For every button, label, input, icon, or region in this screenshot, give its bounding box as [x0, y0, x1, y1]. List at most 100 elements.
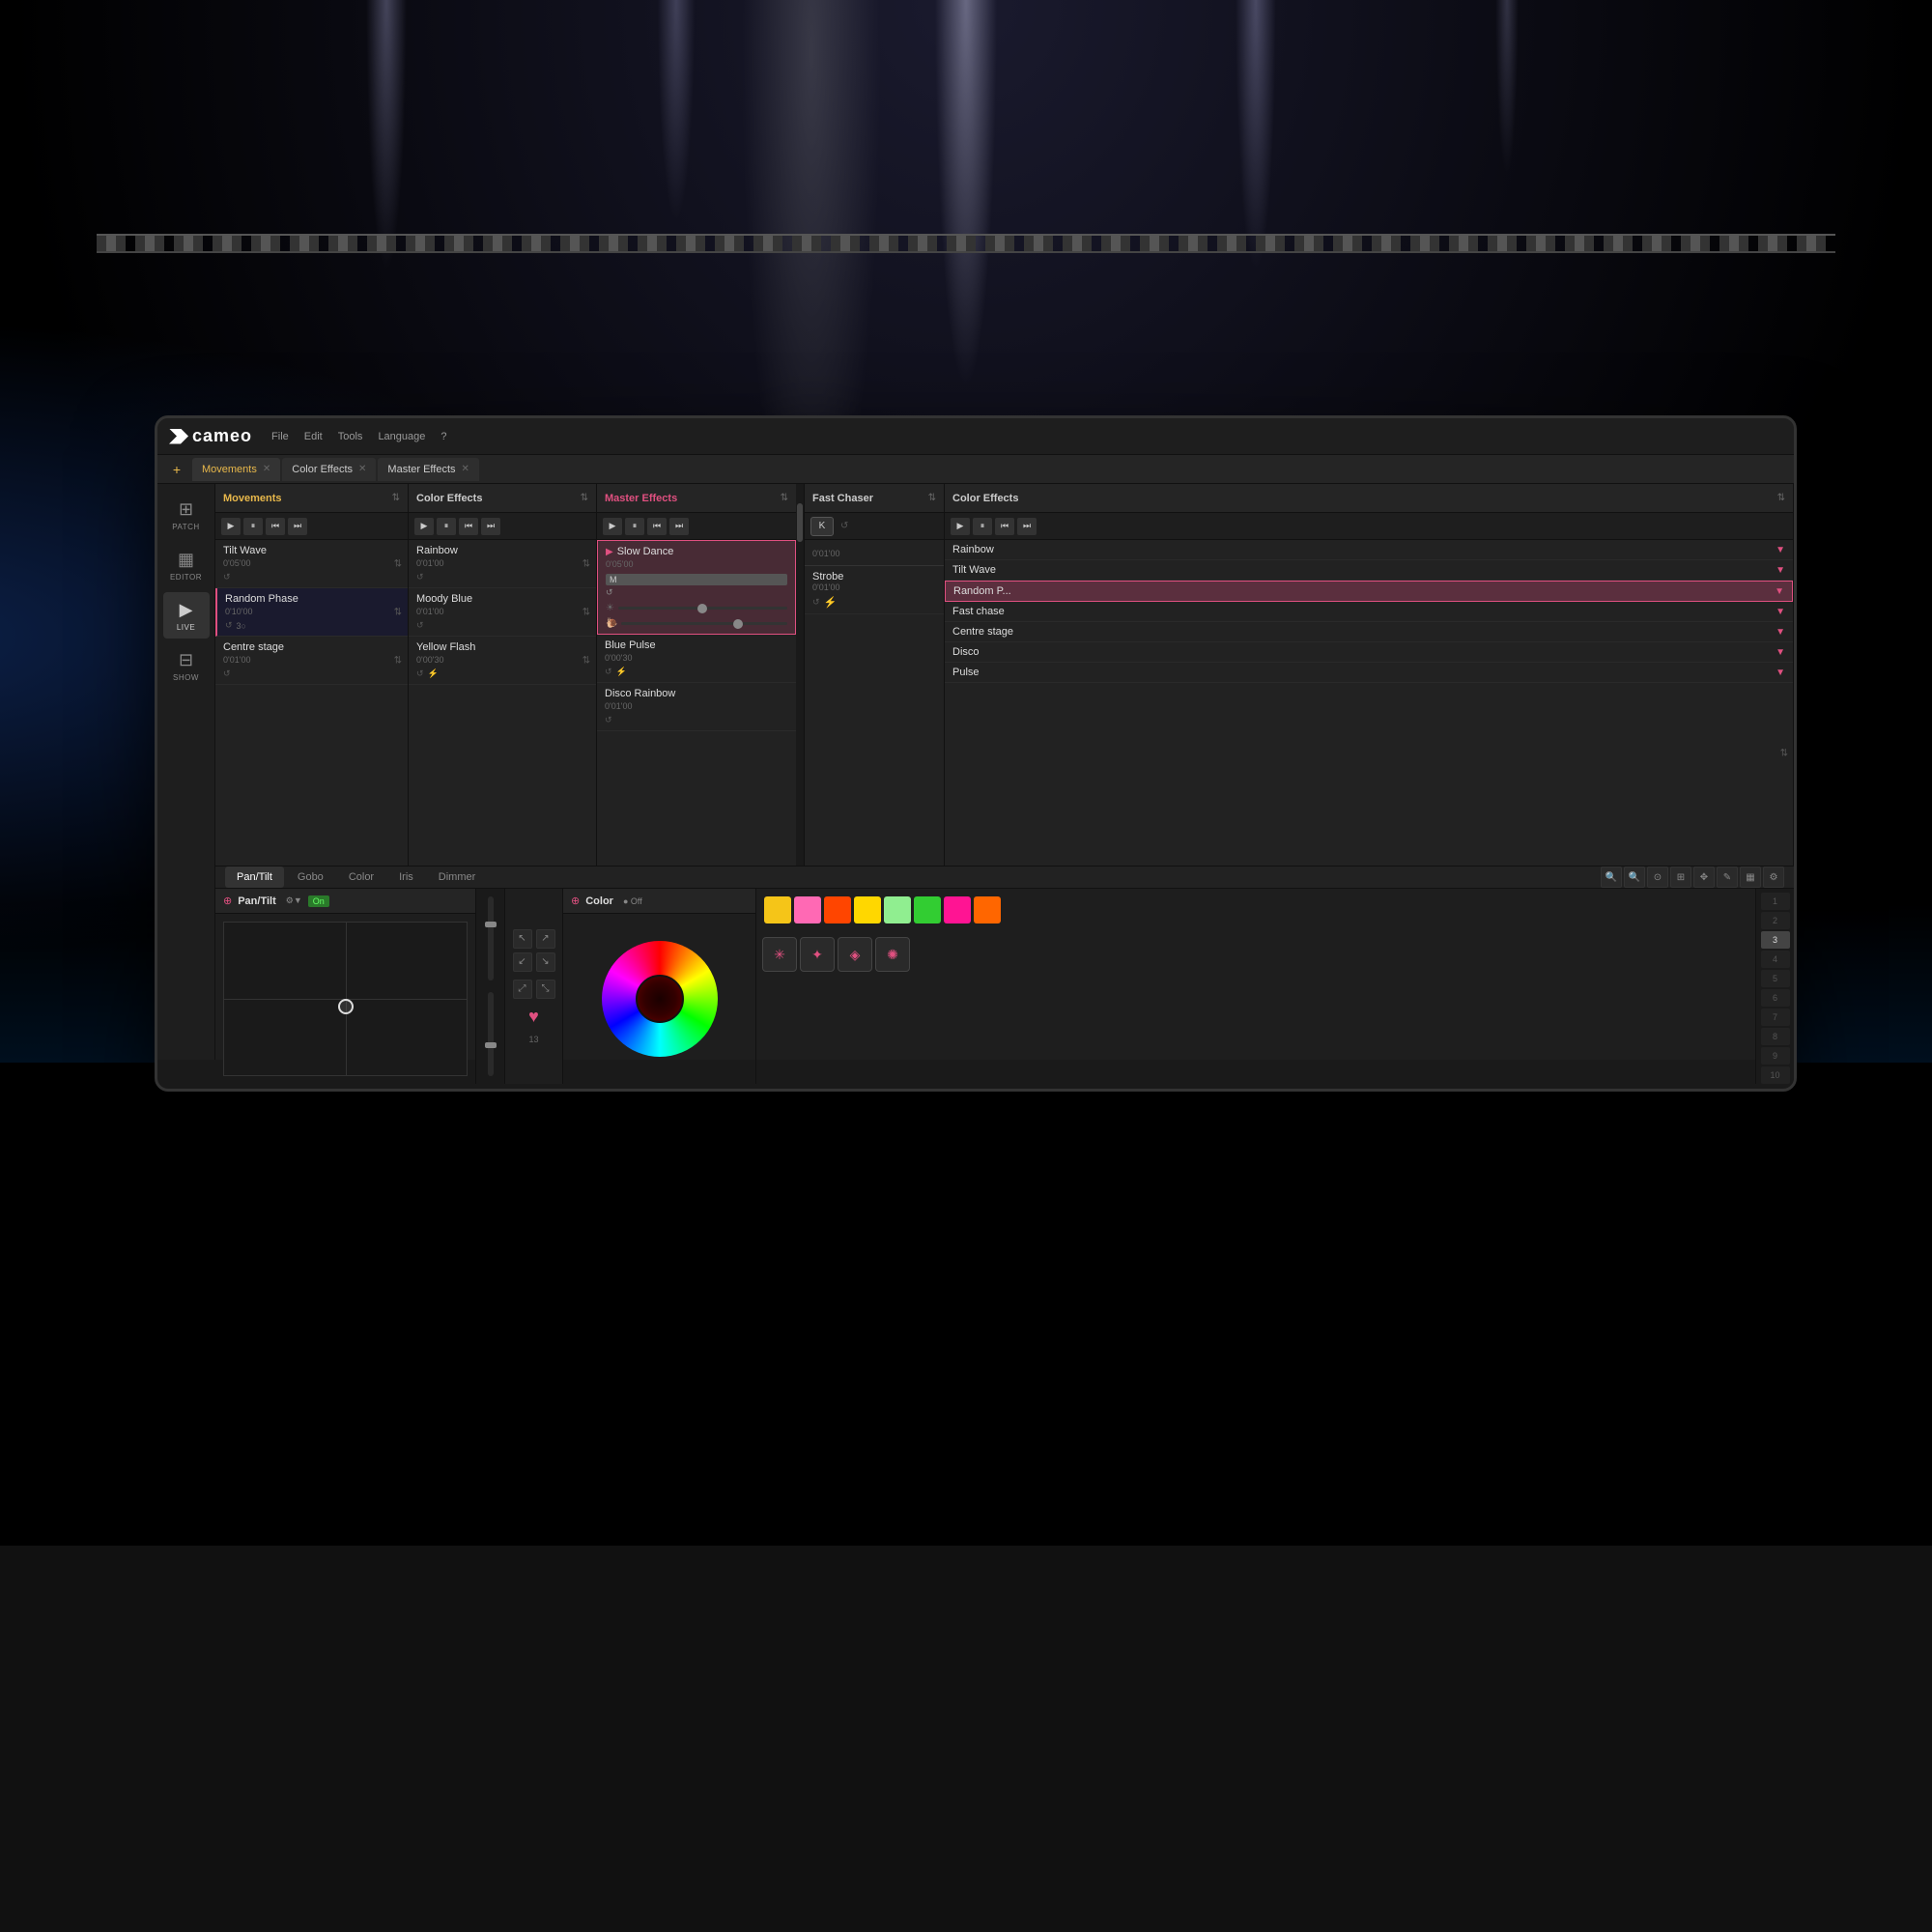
- fx-diamond[interactable]: ◈: [838, 937, 872, 972]
- color-right-next[interactable]: ⏭: [1017, 518, 1037, 535]
- v-slider-2-thumb[interactable]: [485, 1042, 497, 1048]
- num-3[interactable]: 3: [1761, 931, 1790, 949]
- color-right-centre-stage[interactable]: Centre stage ▼: [945, 622, 1793, 642]
- tab-iris[interactable]: Iris: [387, 867, 425, 888]
- num-10[interactable]: 10: [1761, 1066, 1790, 1084]
- effect-disco-rainbow[interactable]: Disco Rainbow 0'01'00 ↺: [597, 683, 796, 731]
- menu-edit[interactable]: Edit: [304, 431, 323, 442]
- swatch-pink[interactable]: [794, 896, 821, 923]
- sidebar-item-show[interactable]: ⊟ SHOW: [163, 642, 210, 689]
- effect-tilt-wave[interactable]: Tilt Wave 0'05'00 ⇅ ↺: [215, 540, 408, 588]
- nav-up-left[interactable]: ↖: [513, 929, 532, 949]
- heart-icon[interactable]: ♥: [528, 1007, 539, 1027]
- pan-tilt-dot[interactable]: [338, 999, 354, 1014]
- tab-add-button[interactable]: +: [167, 460, 186, 479]
- slow-dance-slider[interactable]: [618, 607, 787, 610]
- effect-rainbow[interactable]: Rainbow 0'01'00 ⇅ ↺: [409, 540, 596, 588]
- tab-color[interactable]: Color: [337, 867, 385, 888]
- v-slider-1-thumb[interactable]: [485, 922, 497, 927]
- fast-chaser-k-button[interactable]: K: [810, 517, 834, 536]
- sidebar-item-editor[interactable]: ▦ EDITOR: [163, 542, 210, 588]
- slow-dance-speed-thumb[interactable]: [733, 619, 743, 629]
- tab-movements[interactable]: Movements ✕: [192, 458, 280, 481]
- menu-tools[interactable]: Tools: [338, 431, 363, 442]
- movements-sort-icon[interactable]: ⇅: [392, 493, 400, 503]
- menu-file[interactable]: File: [271, 431, 289, 442]
- tab-movements-close[interactable]: ✕: [263, 464, 270, 474]
- num-6[interactable]: 6: [1761, 989, 1790, 1007]
- zoom-in-icon[interactable]: 🔍: [1601, 867, 1622, 888]
- master-effects-next[interactable]: ⏭: [669, 518, 689, 535]
- effect-strobe[interactable]: Strobe 0'01'00 ⇅ ↺ ⚡: [805, 566, 944, 614]
- master-effects-pause[interactable]: ⏸: [625, 518, 644, 535]
- fast-chaser-sort-icon[interactable]: ⇅: [928, 493, 936, 503]
- master-effects-prev[interactable]: ⏮: [647, 518, 667, 535]
- vertical-slider-1[interactable]: [488, 896, 494, 980]
- settings-icon[interactable]: ⚙: [1763, 867, 1784, 888]
- num-5[interactable]: 5: [1761, 970, 1790, 987]
- num-1[interactable]: 1: [1761, 893, 1790, 910]
- zoom-out-icon[interactable]: 🔍: [1624, 867, 1645, 888]
- swatch-green[interactable]: [914, 896, 941, 923]
- menu-help[interactable]: ?: [440, 431, 446, 442]
- effect-centre-stage[interactable]: Centre stage 0'01'00 ⇅ ↺: [215, 637, 408, 685]
- grid-icon[interactable]: ⊞: [1670, 867, 1691, 888]
- swatch-gold[interactable]: [854, 896, 881, 923]
- move-icon[interactable]: ✥: [1693, 867, 1715, 888]
- swatch-red[interactable]: [824, 896, 851, 923]
- tab-color-effects-close[interactable]: ✕: [358, 464, 366, 474]
- grid2-icon[interactable]: ▦: [1740, 867, 1761, 888]
- color-right-play[interactable]: ▶: [951, 518, 970, 535]
- num-9[interactable]: 9: [1761, 1047, 1790, 1065]
- color-effects-prev[interactable]: ⏮: [459, 518, 478, 535]
- color-right-pause[interactable]: ⏸: [973, 518, 992, 535]
- color-right-tilt-wave[interactable]: Tilt Wave ▼: [945, 560, 1793, 581]
- slow-dance-thumb[interactable]: [697, 604, 707, 613]
- tab-master-effects-close[interactable]: ✕: [462, 464, 469, 474]
- color-right-rainbow[interactable]: Rainbow ▼: [945, 540, 1793, 560]
- master-effects-play[interactable]: ▶: [603, 518, 622, 535]
- color-effects-play[interactable]: ▶: [414, 518, 434, 535]
- color-wheel-container[interactable]: [563, 914, 755, 1084]
- effect-yellow-flash[interactable]: Yellow Flash 0'00'30 ⇅ ↺ ⚡: [409, 637, 596, 685]
- movements-next[interactable]: ⏭: [288, 518, 307, 535]
- tab-master-effects[interactable]: Master Effects ✕: [378, 458, 479, 481]
- nav-down-left[interactable]: ↙: [513, 952, 532, 972]
- slow-dance-speed-slider[interactable]: [621, 622, 787, 625]
- swatch-yellow[interactable]: [764, 896, 791, 923]
- tab-pan-tilt[interactable]: Pan/Tilt: [225, 867, 284, 888]
- menu-language[interactable]: Language: [378, 431, 425, 442]
- compress-icon[interactable]: ⤡: [536, 980, 555, 999]
- expand-icon[interactable]: ⤢: [513, 980, 532, 999]
- swatch-orange[interactable]: [974, 896, 1001, 923]
- movements-prev[interactable]: ⏮: [266, 518, 285, 535]
- color-right-prev[interactable]: ⏮: [995, 518, 1014, 535]
- effect-slow-dance[interactable]: ▶ Slow Dance 0'05'00 M ↺ ☀: [597, 540, 796, 635]
- sidebar-item-live[interactable]: ▶ LIVE: [163, 592, 210, 639]
- effect-blue-pulse[interactable]: Blue Pulse 0'00'30 ↺ ⚡: [597, 635, 796, 683]
- tab-color-effects[interactable]: Color Effects ✕: [282, 458, 376, 481]
- view-icon[interactable]: ⊙: [1647, 867, 1668, 888]
- fx-burst[interactable]: ✺: [875, 937, 910, 972]
- fx-sparkle[interactable]: ✳: [762, 937, 797, 972]
- num-8[interactable]: 8: [1761, 1028, 1790, 1045]
- movements-play[interactable]: ▶: [221, 518, 241, 535]
- color-right-fast-chase[interactable]: Fast chase ▼: [945, 602, 1793, 622]
- swatch-light-green[interactable]: [884, 896, 911, 923]
- color-right-pulse[interactable]: Pulse ▼: [945, 663, 1793, 683]
- num-7[interactable]: 7: [1761, 1009, 1790, 1026]
- master-effects-scrollbar[interactable]: [796, 484, 804, 866]
- master-effects-scroll-thumb[interactable]: [797, 503, 803, 542]
- color-right-disco[interactable]: Disco ▼: [945, 642, 1793, 663]
- color-right-random-p[interactable]: Random P... ▼: [945, 581, 1793, 602]
- nav-down-right[interactable]: ↘: [536, 952, 555, 972]
- swatch-deep-pink[interactable]: [944, 896, 971, 923]
- vertical-slider-2[interactable]: [488, 992, 494, 1076]
- color-wheel[interactable]: [602, 941, 718, 1057]
- color-effects-pause[interactable]: ⏸: [437, 518, 456, 535]
- color-effects-sort-icon[interactable]: ⇅: [581, 493, 588, 503]
- pencil-icon[interactable]: ✎: [1717, 867, 1738, 888]
- num-4[interactable]: 4: [1761, 951, 1790, 968]
- sidebar-item-patch[interactable]: ⊞ PATCH: [163, 492, 210, 538]
- color-right-sort-icon[interactable]: ⇅: [1777, 493, 1785, 503]
